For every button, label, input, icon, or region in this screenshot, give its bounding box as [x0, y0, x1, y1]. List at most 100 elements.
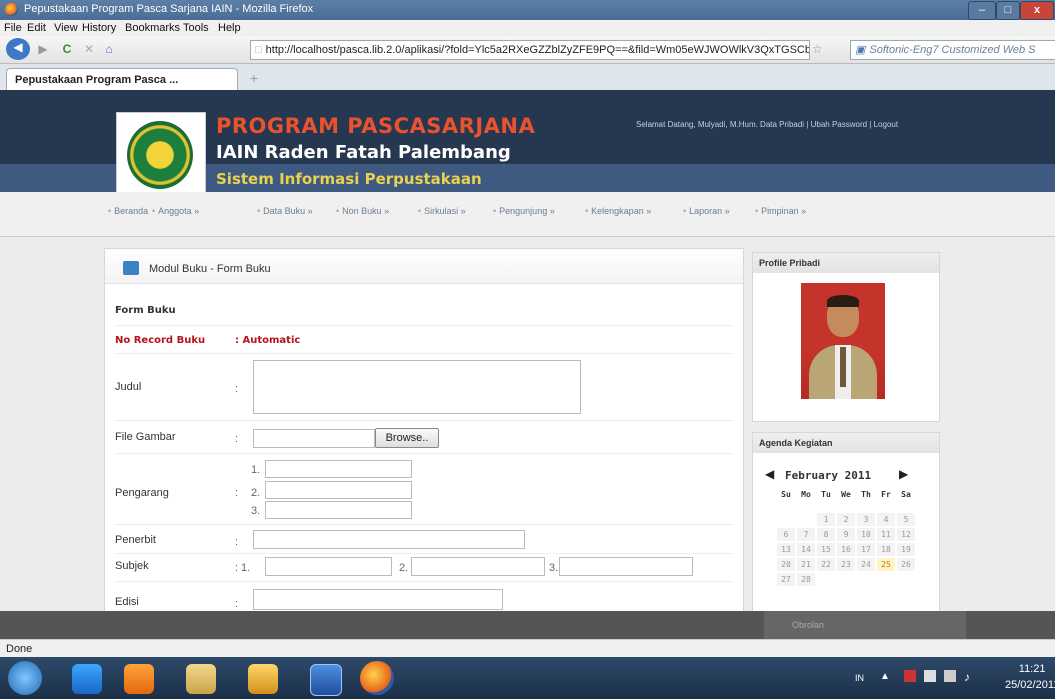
menu-beranda[interactable]: Beranda — [108, 206, 148, 216]
menu-view[interactable]: View — [54, 22, 78, 34]
calendar-date[interactable]: 1 — [817, 513, 835, 526]
calendar-date[interactable]: 20 — [777, 558, 795, 571]
tray-arrow-icon[interactable]: ▲ — [880, 671, 890, 682]
back-button[interactable]: ◀ — [6, 38, 30, 60]
minimize-button[interactable]: – — [968, 1, 996, 20]
calendar-prev-icon[interactable]: ◀ — [765, 467, 774, 481]
home-button[interactable]: ⌂ — [100, 40, 118, 58]
media-player-icon[interactable] — [124, 664, 154, 694]
calendar-date[interactable]: 4 — [877, 513, 895, 526]
calendar-date[interactable]: 10 — [857, 528, 875, 541]
menubar: File Edit View History Bookmarks Tools H… — [0, 20, 1055, 36]
forward-button[interactable]: ▶ — [34, 40, 52, 58]
menu-data-buku[interactable]: Data Buku » — [257, 206, 313, 216]
url-bar[interactable]: □ http://localhost/pasca.lib.2.0/aplikasi… — [250, 40, 810, 60]
calendar-date[interactable]: 8 — [817, 528, 835, 541]
calendar-date[interactable]: 27 — [777, 573, 795, 586]
judul-textarea[interactable] — [253, 360, 581, 414]
menu-sirkulasi[interactable]: Sirkulasi » — [418, 206, 466, 216]
window-title: Pepustakaan Program Pasca Sarjana IAIN -… — [24, 3, 314, 15]
menu-kelengkapan[interactable]: Kelengkapan » — [585, 206, 651, 216]
menu-tools[interactable]: Tools — [183, 22, 209, 34]
calendar-date[interactable]: 13 — [777, 543, 795, 556]
calendar-date[interactable]: 18 — [877, 543, 895, 556]
menu-anggota[interactable]: Anggota » — [152, 206, 199, 216]
menu-history[interactable]: History — [82, 22, 116, 34]
close-button[interactable]: x — [1020, 1, 1054, 20]
pengarang-input-3[interactable] — [265, 501, 412, 519]
calendar-date[interactable]: 6 — [777, 528, 795, 541]
menu-pimpinan[interactable]: Pimpinan » — [755, 206, 806, 216]
menu-non-buku[interactable]: Non Buku » — [336, 206, 389, 216]
menu-file[interactable]: File — [4, 22, 22, 34]
menu-edit[interactable]: Edit — [27, 22, 46, 34]
colon: : — [235, 433, 239, 445]
calendar-date[interactable]: 11 — [877, 528, 895, 541]
calendar-date[interactable]: 25 — [877, 558, 895, 571]
calendar-date[interactable]: 15 — [817, 543, 835, 556]
calendar-date[interactable]: 17 — [857, 543, 875, 556]
stop-button[interactable]: ✕ — [80, 40, 98, 58]
subjek-input-2[interactable] — [411, 557, 545, 576]
start-orb-icon[interactable] — [8, 661, 42, 695]
language-indicator[interactable]: IN — [855, 673, 864, 683]
calendar-date[interactable]: 3 — [857, 513, 875, 526]
menu-pengunjung[interactable]: Pengunjung » — [493, 206, 555, 216]
calendar-date[interactable]: 9 — [837, 528, 855, 541]
profile-photo — [801, 283, 885, 399]
calendar-date[interactable]: 19 — [897, 543, 915, 556]
calendar-date[interactable]: 7 — [797, 528, 815, 541]
subjek-input-3[interactable] — [559, 557, 693, 576]
menu-help[interactable]: Help — [218, 22, 241, 34]
browse-button[interactable]: Browse.. — [375, 428, 439, 448]
divider — [115, 581, 733, 582]
search-bar[interactable]: ▣ Softonic-Eng7 Customized Web S — [850, 40, 1055, 60]
search-engine-icon[interactable]: ▣ — [855, 44, 865, 56]
pengarang-input-2[interactable] — [265, 481, 412, 499]
calendar-date[interactable]: 22 — [817, 558, 835, 571]
folder-icon[interactable] — [186, 664, 216, 694]
calendar-date[interactable]: 14 — [797, 543, 815, 556]
calendar-date[interactable]: 23 — [837, 558, 855, 571]
menu-laporan[interactable]: Laporan » — [683, 206, 730, 216]
tray-signal-icon[interactable] — [944, 670, 956, 682]
firefox-taskbar-icon[interactable] — [360, 661, 394, 695]
subjek-input-1[interactable] — [265, 557, 392, 576]
pengarang-input-1[interactable] — [265, 460, 412, 478]
calendar-date[interactable]: 28 — [797, 573, 815, 586]
calendar-next-icon[interactable]: ▶ — [899, 467, 908, 481]
tray-network-icon[interactable] — [924, 670, 936, 682]
clock-time: 11:21 — [1018, 663, 1046, 675]
calendar-date[interactable]: 21 — [797, 558, 815, 571]
chat-obrolan-button[interactable]: Obrolan — [764, 611, 966, 639]
app-icon[interactable] — [248, 664, 278, 694]
taskbar-clock[interactable]: 11:21 25/02/2011 — [1005, 661, 1055, 693]
bookmark-star-icon[interactable]: ☆ — [812, 42, 823, 56]
internet-explorer-icon[interactable] — [72, 664, 102, 694]
word-icon[interactable] — [310, 664, 342, 696]
tray-volume-icon[interactable]: ♪ — [964, 670, 970, 684]
user-welcome-bar[interactable]: Selamat Datang, Mulyadi, M.Hum. Data Pri… — [636, 120, 898, 129]
calendar-date[interactable]: 2 — [837, 513, 855, 526]
search-placeholder: Softonic-Eng7 Customized Web S — [869, 44, 1036, 56]
site-menu: Beranda Anggota » Data Buku » Non Buku »… — [0, 192, 1055, 237]
clock-date: 25/02/2011 — [1005, 679, 1055, 691]
new-tab-button[interactable]: + — [246, 70, 262, 86]
tray-flag-icon[interactable] — [904, 670, 916, 682]
maximize-button[interactable]: □ — [996, 1, 1020, 20]
edisi-input[interactable] — [253, 589, 503, 610]
calendar-date[interactable]: 5 — [897, 513, 915, 526]
no-record-label: No Record Buku — [115, 335, 206, 346]
calendar-date[interactable]: 12 — [897, 528, 915, 541]
penerbit-input[interactable] — [253, 530, 525, 549]
photo-hair — [827, 295, 859, 307]
calendar-date[interactable]: 26 — [897, 558, 915, 571]
file-gambar-input[interactable] — [253, 429, 375, 448]
calendar-date[interactable]: 16 — [837, 543, 855, 556]
menu-bookmarks[interactable]: Bookmarks — [125, 22, 180, 34]
calendar-date[interactable]: 24 — [857, 558, 875, 571]
tab-pepustakaan[interactable]: Pepustakaan Program Pasca ... — [6, 68, 238, 91]
module-header: Modul Buku - Form Buku — [105, 249, 743, 284]
reload-button[interactable]: C — [58, 40, 76, 58]
calendar-weekday: Sa — [901, 490, 911, 499]
